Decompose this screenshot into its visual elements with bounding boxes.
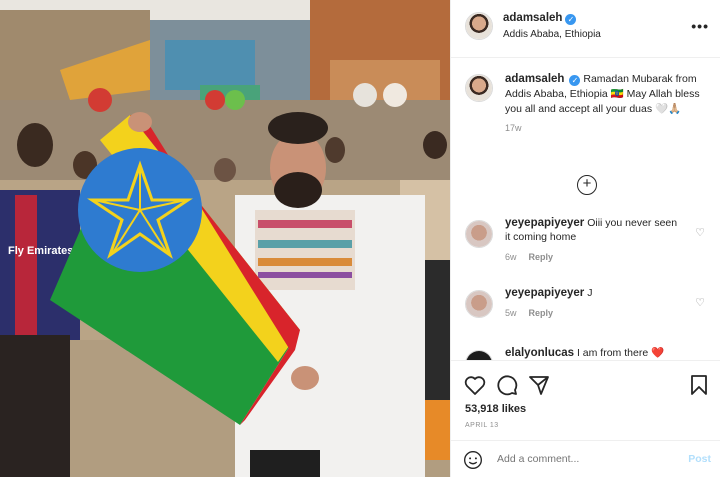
comment-text: J xyxy=(587,287,593,299)
plus-circle-icon[interactable]: + xyxy=(577,175,597,195)
post-caption: adamsaleh ✓ Ramadan Mubarak from Addis Ab… xyxy=(465,72,715,133)
comment-icon[interactable] xyxy=(495,373,519,397)
author-username-text[interactable]: adamsaleh xyxy=(503,12,562,24)
comment-meta: 6w Reply xyxy=(505,252,715,262)
verified-badge-icon: ✓ xyxy=(569,75,581,86)
shirt-text: Fly Emirates xyxy=(8,245,73,257)
comment-like-icon[interactable]: ♡ xyxy=(695,226,705,239)
comment-time[interactable]: 5w xyxy=(505,308,517,318)
comment-avatar[interactable] xyxy=(465,290,493,318)
post-button[interactable]: Post xyxy=(688,453,711,465)
smiley-icon[interactable] xyxy=(463,450,483,470)
comment-body: elalyonlucas I am from there ❤️ xyxy=(505,346,685,360)
comment-meta: 5w Reply xyxy=(505,308,715,318)
caption-time[interactable]: 17w xyxy=(505,123,715,133)
post-panel: adamsaleh ✓ Addis Ababa, Ethiopia ••• ada… xyxy=(450,0,720,477)
comment-text: I am from there ❤️ xyxy=(576,347,665,359)
comment-username[interactable]: elalyonlucas xyxy=(505,347,574,359)
post-image: Fly Emirates xyxy=(0,0,450,477)
comment-avatar[interactable] xyxy=(465,350,493,360)
comment-avatar[interactable] xyxy=(465,220,493,248)
post-location[interactable]: Addis Ababa, Ethiopia xyxy=(503,29,601,40)
comment-item: elalyonlucas I am from there ❤️ xyxy=(465,346,715,360)
comment-item: yeyepapiyeyer J 5w Reply ♡ xyxy=(465,286,715,346)
caption-username[interactable]: adamsaleh xyxy=(505,73,564,85)
send-icon[interactable] xyxy=(527,373,551,397)
bookmark-icon[interactable] xyxy=(687,373,711,397)
comment-input[interactable] xyxy=(497,453,677,465)
post-header: adamsaleh ✓ Addis Ababa, Ethiopia ••• xyxy=(451,0,720,58)
author-avatar[interactable] xyxy=(465,12,493,40)
comment-time[interactable]: 6w xyxy=(505,252,517,262)
post-date[interactable]: APRIL 13 xyxy=(465,422,499,429)
comment-like-icon[interactable]: ♡ xyxy=(695,296,705,309)
author-username[interactable]: adamsaleh ✓ xyxy=(503,12,577,25)
comment-username[interactable]: yeyepapiyeyer xyxy=(505,217,584,229)
comment-item: yeyepapiyeyer Oiii you never seen it com… xyxy=(465,216,715,276)
more-icon[interactable]: ••• xyxy=(691,18,709,34)
post-photo[interactable]: Fly Emirates xyxy=(0,0,450,477)
comment-username[interactable]: yeyepapiyeyer xyxy=(505,287,584,299)
comment-body: yeyepapiyeyer Oiii you never seen it com… xyxy=(505,216,685,244)
caption-avatar[interactable] xyxy=(465,74,493,102)
verified-badge-icon: ✓ xyxy=(565,14,577,25)
caption-text-block: adamsaleh ✓ Ramadan Mubarak from Addis Ab… xyxy=(505,72,715,117)
post-actions: 53,918 likes APRIL 13 xyxy=(451,360,720,440)
add-comment-bar: Post xyxy=(451,440,720,477)
comment-body: yeyepapiyeyer J xyxy=(505,286,685,300)
reply-button[interactable]: Reply xyxy=(529,308,554,318)
comments-section[interactable]: adamsaleh ✓ Ramadan Mubarak from Addis Ab… xyxy=(451,58,720,360)
heart-icon[interactable] xyxy=(463,373,487,397)
reply-button[interactable]: Reply xyxy=(529,252,554,262)
likes-count[interactable]: 53,918 likes xyxy=(465,403,526,415)
